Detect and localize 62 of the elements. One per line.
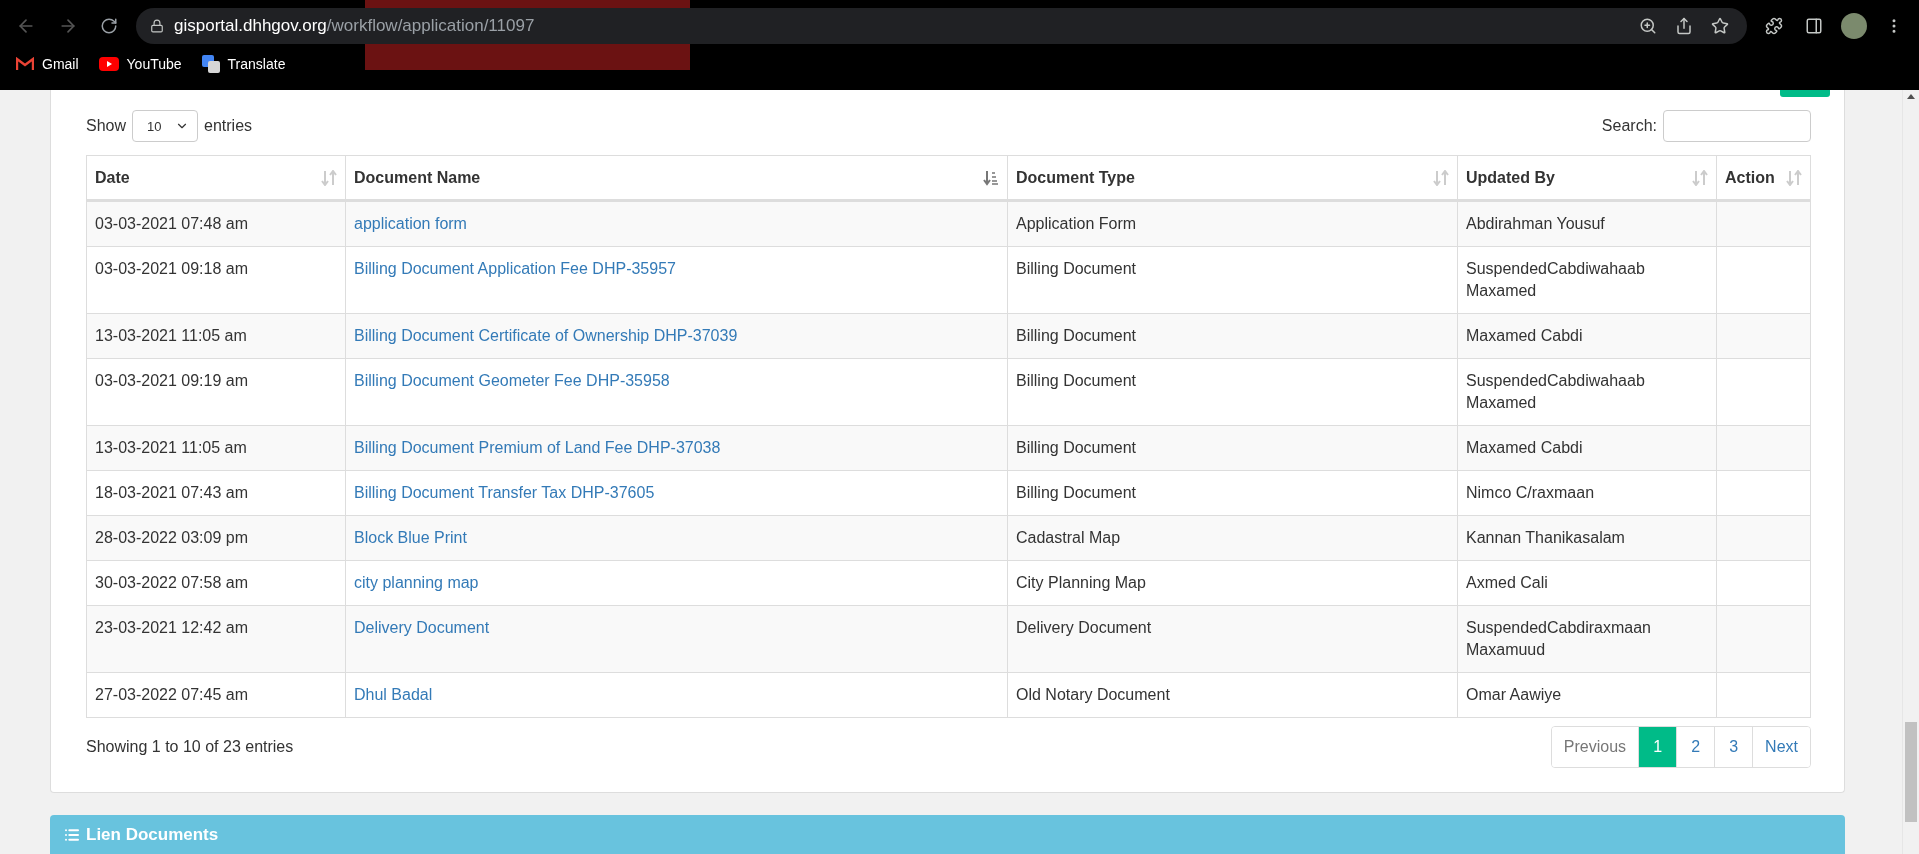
entries-info: Showing 1 to 10 of 23 entries (86, 738, 294, 756)
table-cell: Omar Aawiye (1457, 672, 1717, 718)
table-cell: 28-03-2022 03:09 pm (86, 515, 346, 561)
section-title: Lien Documents (86, 824, 219, 845)
entries-label: entries (204, 117, 253, 135)
table-cell: Delivery Document (1007, 605, 1458, 673)
document-link[interactable]: Billing Document Transfer Tax DHP-37605 (354, 484, 655, 501)
document-link[interactable]: Billing Document Premium of Land Fee DHP-37038 (354, 439, 721, 456)
sort-ascending-icon[interactable] (983, 169, 999, 186)
table-cell: City Planning Map (1007, 560, 1458, 606)
table-cell: 30-03-2022 07:58 am (86, 560, 346, 606)
bookmark[interactable]: YouTube (98, 56, 182, 72)
table-cell: Application Form (1007, 200, 1458, 247)
show-label: Show (86, 117, 127, 135)
table-cell: SuspendedCabdiwahaab Maxamed (1457, 246, 1717, 314)
table-cell: SuspendedCabdiraxmaan Maxamuud (1457, 605, 1717, 673)
table-cell: Billing Document (1007, 425, 1458, 471)
table-cell: Maxamed Cabdi (1457, 313, 1717, 359)
document-link[interactable]: Billing Document Geometer Fee DHP-35958 (354, 372, 670, 389)
lock-icon (150, 19, 164, 33)
table-cell: Nimco C/raxmaan (1457, 470, 1717, 516)
bookmark[interactable]: Gmail (16, 56, 79, 72)
table-cell: Maxamed Cabdi (1457, 425, 1717, 471)
document-link[interactable]: city planning map (354, 574, 479, 591)
table-cell: 27-03-2022 07:45 am (86, 672, 346, 718)
scrollbar[interactable] (1902, 90, 1919, 854)
bookmark[interactable]: Translate (201, 55, 286, 73)
next-button[interactable]: Next (1752, 727, 1810, 767)
table-cell: Billing Document (1007, 313, 1458, 359)
table-cell: 03-03-2021 07:48 am (86, 200, 346, 247)
document-link[interactable]: application form (354, 215, 467, 232)
table-cell: Billing Document (1007, 470, 1458, 516)
table-cell: Billing Document (1007, 358, 1458, 426)
table-cell: 13-03-2021 11:05 am (86, 313, 346, 359)
document-link[interactable]: Billing Document Application Fee DHP-35957 (354, 260, 676, 277)
table-cell: Kannan Thanikasalam (1457, 515, 1717, 561)
table-cell: 03-03-2021 09:18 am (86, 246, 346, 314)
search-label: Search: (1601, 117, 1657, 135)
entries-select[interactable]: 10 (132, 110, 199, 142)
page-button[interactable]: 1 (1638, 727, 1677, 767)
document-link[interactable]: Delivery Document (354, 619, 490, 636)
table-cell: 18-03-2021 07:43 am (86, 470, 346, 516)
url-text: gisportal.dhhgov.org/workflow/application/11097 (174, 16, 535, 36)
translate-icon (201, 55, 220, 73)
document-link[interactable]: Dhul Badal (354, 686, 433, 703)
mail-icon (16, 57, 34, 71)
avatar[interactable] (1841, 13, 1867, 39)
table-cell: Billing Document (1007, 246, 1458, 314)
document-link[interactable]: Block Blue Print (354, 529, 467, 546)
table-cell: Old Notary Document (1007, 672, 1458, 718)
play-icon (98, 57, 119, 71)
address-bar[interactable]: gisportal.dhhgov.org/workflow/application/11097 (136, 8, 1747, 44)
search-field[interactable] (1663, 110, 1811, 142)
list-icon (64, 826, 80, 843)
table-cell: Abdirahman Yousuf (1457, 200, 1717, 247)
table-cell: 03-03-2021 09:19 am (86, 358, 346, 426)
table-cell: Cadastral Map (1007, 515, 1458, 561)
table-cell: Axmed Cali (1457, 560, 1717, 606)
document-link[interactable]: Billing Document Certificate of Ownership DHP-37039 (354, 327, 738, 344)
table-cell: SuspendedCabdiwahaab Maxamed (1457, 358, 1717, 426)
table-cell: 13-03-2021 11:05 am (86, 425, 346, 471)
table-cell: 23-03-2021 12:42 am (86, 605, 346, 673)
